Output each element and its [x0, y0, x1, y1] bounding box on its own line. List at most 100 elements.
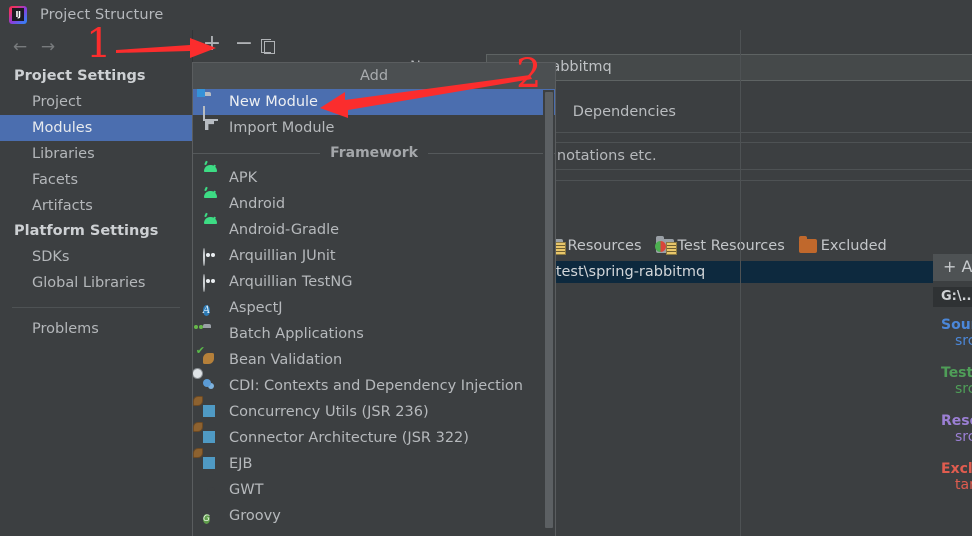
menu-item-cdi[interactable]: CDI: Contexts and Dependency Injection: [193, 373, 555, 399]
google-g-icon: [203, 482, 225, 498]
menu-item-android[interactable]: Android: [193, 191, 555, 217]
aspectj-icon: A: [203, 305, 211, 316]
menu-item-android-gradle[interactable]: Android-Gradle: [193, 217, 555, 243]
android-icon: [203, 170, 225, 186]
rail-entry-tests: Tests src: [933, 365, 972, 397]
menu-item-aspectj[interactable]: A AspectJ: [193, 295, 555, 321]
menu-item-concurrency-utils[interactable]: Concurrency Utils (JSR 236): [193, 399, 555, 425]
menu-item-connector-architecture-label: Connector Architecture (JSR 322): [229, 430, 469, 446]
sidebar-item-sdks[interactable]: SDKs: [0, 244, 192, 270]
rail-resources-title: Resources: [941, 413, 972, 429]
arquillian-alien-icon: [203, 248, 225, 266]
rail-sources-path[interactable]: src: [933, 333, 972, 349]
menu-item-batch-applications[interactable]: Batch Applications: [193, 321, 555, 347]
tab-dependencies[interactable]: Dependencies: [573, 104, 676, 120]
jsr-module-icon: [203, 430, 225, 446]
mark-resources-button[interactable]: Resources: [545, 236, 642, 255]
menu-item-cdi-label: CDI: Contexts and Dependency Injection: [229, 378, 523, 394]
framework-section-label: Framework: [330, 145, 418, 161]
menu-item-new-module-label: New Module: [229, 94, 318, 110]
android-icon: [203, 222, 225, 238]
mark-excluded-label: Excluded: [820, 238, 887, 254]
rail-sources-title: Sources: [941, 317, 972, 333]
menu-item-groovy-label: Groovy: [229, 508, 281, 524]
sidebar-item-artifacts[interactable]: Artifacts: [0, 193, 192, 219]
menu-item-aspectj-label: AspectJ: [229, 300, 283, 316]
annotation-number-2: 2: [516, 51, 542, 97]
menu-item-batch-applications-label: Batch Applications: [229, 326, 364, 342]
menu-item-arquillian-testng[interactable]: Arquillian TestNG: [193, 269, 555, 295]
menu-item-connector-architecture[interactable]: Connector Architecture (JSR 322): [193, 425, 555, 451]
jsr-module-icon: [203, 456, 225, 472]
rail-tests-path[interactable]: src: [933, 381, 972, 397]
content-root-header: G:\...: [933, 287, 972, 307]
content-root-rail: + Add Content Root G:\... Sources src Te…: [933, 225, 972, 536]
arquillian-alien-icon: [203, 274, 225, 292]
menu-item-bean-validation-label: Bean Validation: [229, 352, 343, 368]
menu-item-import-module-label: Import Module: [229, 120, 335, 136]
mark-test-resources-button[interactable]: Test Resources: [654, 236, 785, 255]
plus-icon[interactable]: +: [202, 33, 222, 55]
menu-item-concurrency-utils-label: Concurrency Utils (JSR 236): [229, 404, 429, 420]
groovy-icon: G: [203, 514, 210, 524]
menu-item-android-label: Android: [229, 196, 286, 212]
add-content-root-button[interactable]: + Add Content Root: [933, 254, 972, 281]
minus-icon[interactable]: −: [234, 33, 254, 55]
batch-folder-icon: [203, 326, 225, 342]
mark-test-resources-label: Test Resources: [677, 238, 785, 254]
menu-item-ejb-label: EJB: [229, 456, 253, 472]
sidebar-item-libraries[interactable]: Libraries: [0, 141, 192, 167]
copy-icon[interactable]: [261, 39, 275, 54]
rail-excluded-title: Excluded: [941, 461, 972, 477]
mark-resources-label: Resources: [567, 238, 642, 254]
sidebar-item-project[interactable]: Project: [0, 89, 192, 115]
sidebar-list: Project Settings Project Modules Librari…: [0, 64, 192, 536]
rail-excluded-path[interactable]: tar: [933, 477, 972, 493]
rail-tests-title: Tests: [941, 365, 972, 381]
menu-item-gwt[interactable]: GWT: [193, 477, 555, 503]
menu-item-arquillian-testng-label: Arquillian TestNG: [229, 274, 353, 290]
menu-scrollbar[interactable]: [543, 90, 554, 536]
rail-entry-sources: Sources src: [933, 317, 972, 349]
sidebar-item-facets[interactable]: Facets: [0, 167, 192, 193]
sidebar-divider: [12, 307, 180, 308]
folder-testresources-icon: [654, 236, 677, 255]
sidebar-item-modules[interactable]: Modules: [0, 115, 192, 141]
arrow-right-icon[interactable]: →: [38, 39, 58, 57]
rail-entry-resources: Resources src: [933, 413, 972, 445]
jsr-module-icon: [203, 404, 225, 420]
menu-item-ejb[interactable]: EJB: [193, 451, 555, 477]
intellij-idea-logo-icon: [9, 6, 27, 24]
annotation-number-1: 1: [86, 21, 112, 67]
cdi-icon: [203, 378, 225, 394]
menu-item-import-module[interactable]: Import Module: [193, 115, 555, 141]
sidebar-item-global-libraries[interactable]: Global Libraries: [0, 270, 192, 296]
rail-resources-path[interactable]: src: [933, 429, 972, 445]
menu-item-arquillian-junit-label: Arquillian JUnit: [229, 248, 336, 264]
framework-section-header: Framework: [193, 141, 555, 165]
sidebar-group-project-settings: Project Settings: [14, 68, 146, 84]
menu-item-groovy[interactable]: G Groovy: [193, 503, 555, 529]
sidebar-item-problems[interactable]: Problems: [0, 316, 192, 342]
add-menu-title: Add: [193, 63, 555, 89]
android-icon: [203, 196, 225, 212]
settings-sidebar: ← → Project Settings Project Modules Lib…: [0, 30, 192, 536]
menu-item-bean-validation[interactable]: Bean Validation: [193, 347, 555, 373]
mark-excluded-button[interactable]: Excluded: [798, 236, 887, 254]
menu-scrollbar-thumb[interactable]: [545, 92, 553, 528]
sidebar-group-platform-settings: Platform Settings: [14, 223, 159, 239]
menu-item-new-module[interactable]: New Module: [193, 89, 555, 115]
module-name-input[interactable]: spring-rabbitmq: [486, 54, 972, 81]
menu-item-android-gradle-label: Android-Gradle: [229, 222, 340, 238]
bean-validation-icon: [203, 352, 225, 368]
rail-divider: [740, 30, 741, 536]
menu-item-apk[interactable]: APK: [193, 165, 555, 191]
menu-item-gwt-label: GWT: [229, 482, 264, 498]
add-popup-menu: Add New Module Import Module Framework A…: [192, 62, 556, 536]
rail-entry-excluded: Excluded tar: [933, 461, 972, 493]
arrow-left-icon[interactable]: ←: [10, 39, 30, 57]
title-bar: Project Structure: [0, 0, 972, 30]
menu-item-apk-label: APK: [229, 170, 258, 186]
menu-item-arquillian-junit[interactable]: Arquillian JUnit: [193, 243, 555, 269]
import-arrow-icon: [203, 120, 225, 136]
